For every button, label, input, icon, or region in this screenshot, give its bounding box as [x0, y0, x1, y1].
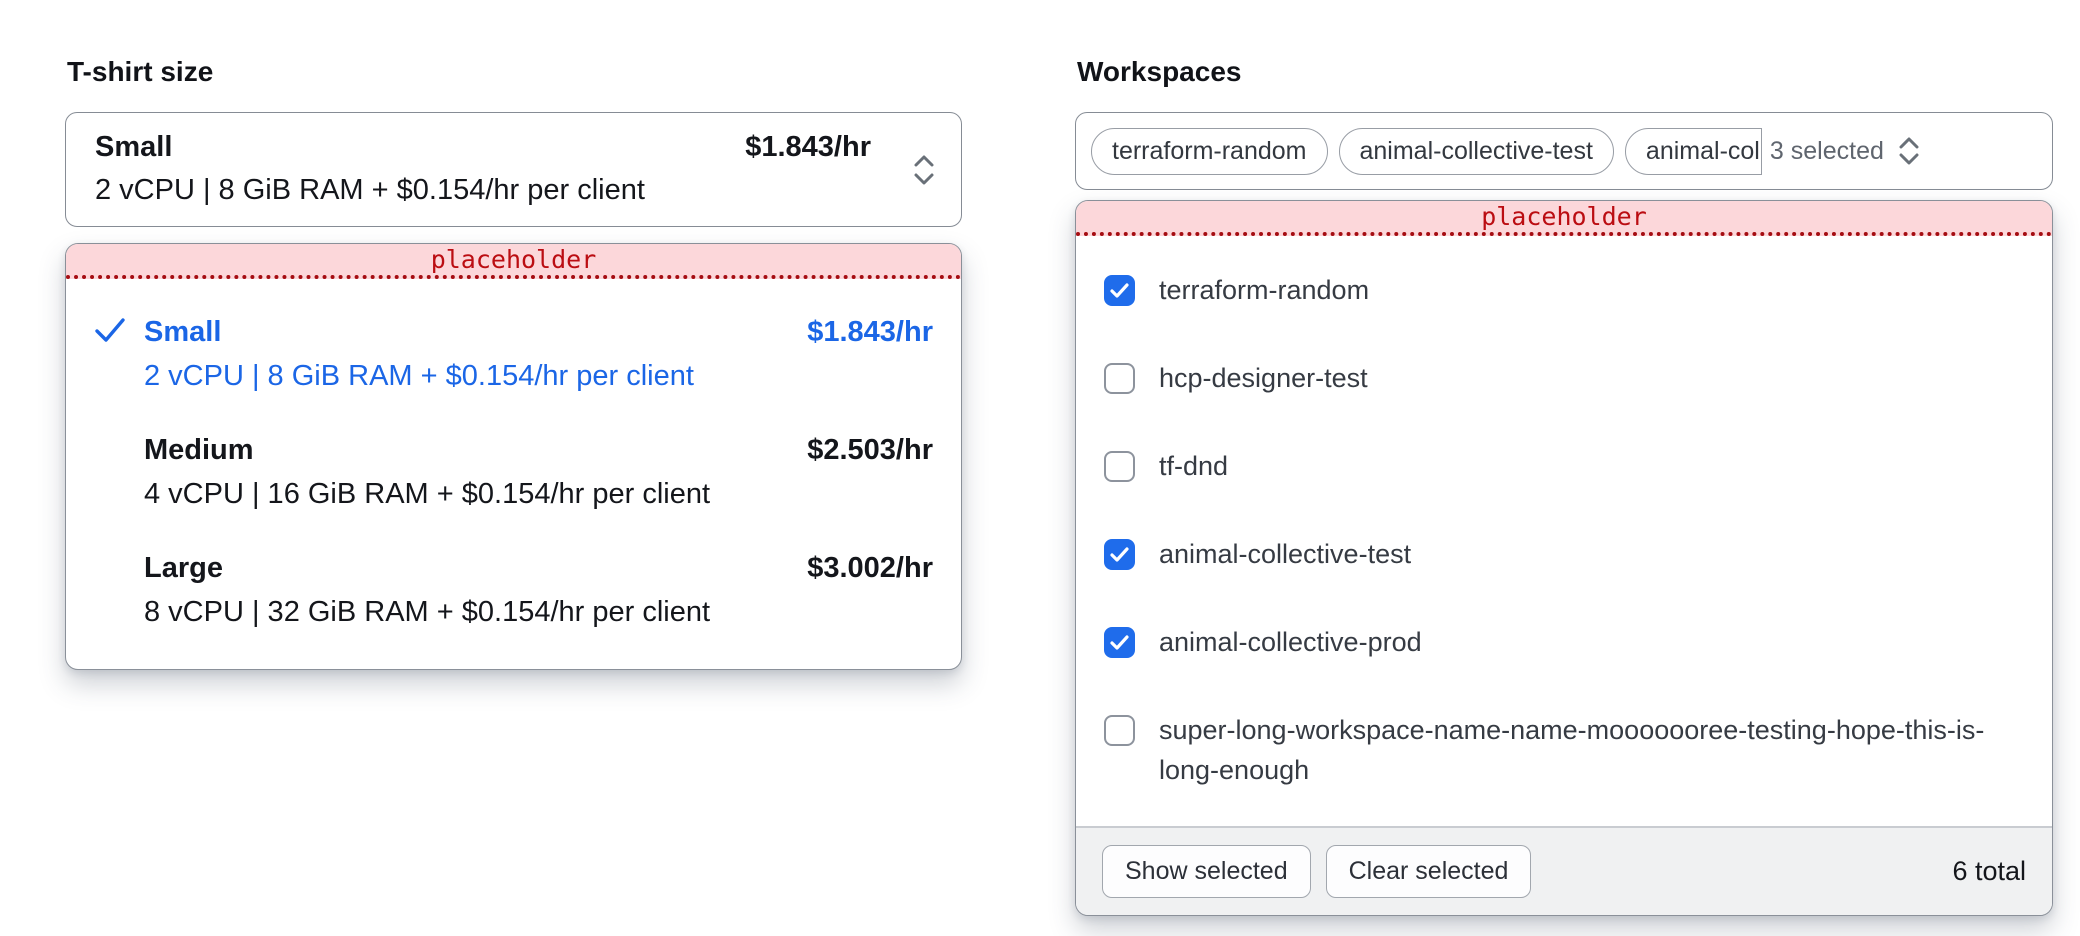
checkbox-checked[interactable] [1104, 275, 1135, 306]
selected-size-title: Small [95, 128, 172, 166]
selected-count-label: 3 selected [1770, 137, 1884, 166]
checkbox-unchecked[interactable] [1104, 715, 1135, 746]
checkbox-unchecked[interactable] [1104, 363, 1135, 394]
placeholder-banner: placeholder [66, 244, 961, 279]
pill-animal-collective-prod-truncated: animal-collective-prod [1625, 128, 1762, 175]
option-description: 4 vCPU | 16 GiB RAM + $0.154/hr per clie… [144, 475, 933, 513]
option-small[interactable]: Small $1.843/hr 2 vCPU | 8 GiB RAM + $0.… [66, 295, 961, 413]
tshirt-size-label: T-shirt size [67, 54, 962, 90]
check-icon [1110, 635, 1129, 650]
tshirt-size-field: T-shirt size Small $1.843/hr 2 vCPU | 8 … [65, 54, 962, 670]
option-price: $2.503/hr [807, 431, 933, 469]
check-icon [94, 313, 144, 351]
page-canvas: T-shirt size Small $1.843/hr 2 vCPU | 8 … [0, 0, 2080, 936]
workspace-option-hcp-designer-test[interactable]: hcp-designer-test [1076, 334, 2052, 422]
workspace-option-label: tf-dnd [1159, 446, 1228, 486]
check-icon [1110, 283, 1129, 298]
clear-selected-button[interactable]: Clear selected [1326, 845, 1532, 898]
workspace-option-super-long-workspace[interactable]: super-long-workspace-name-name-moooooore… [1076, 686, 2052, 814]
check-placeholder [94, 431, 144, 469]
tshirt-options-list: Small $1.843/hr 2 vCPU | 8 GiB RAM + $0.… [66, 279, 961, 669]
workspace-option-terraform-random[interactable]: terraform-random [1076, 246, 2052, 334]
pill-animal-collective-test: animal-collective-test [1339, 128, 1614, 175]
option-title: Small [144, 313, 807, 351]
placeholder-banner: placeholder [1076, 201, 2052, 236]
option-price: $3.002/hr [807, 549, 933, 587]
workspaces-menu-footer: Show selected Clear selected 6 total [1076, 826, 2052, 915]
tshirt-size-select-trigger[interactable]: Small $1.843/hr 2 vCPU | 8 GiB RAM + $0.… [65, 112, 962, 227]
check-placeholder [94, 549, 144, 587]
workspaces-options-list: terraform-random hcp-designer-test tf-dn… [1076, 236, 2052, 826]
workspace-option-animal-collective-prod[interactable]: animal-collective-prod [1076, 598, 2052, 686]
trigger-title-row: Small $1.843/hr [95, 128, 871, 166]
workspace-option-label: animal-collective-prod [1159, 622, 1422, 662]
checkbox-checked[interactable] [1104, 627, 1135, 658]
pill-terraform-random: terraform-random [1091, 128, 1328, 175]
option-description: 8 vCPU | 32 GiB RAM + $0.154/hr per clie… [144, 593, 933, 631]
workspaces-field: Workspaces terraform-random animal-colle… [1075, 54, 2053, 916]
workspaces-multiselect-trigger[interactable]: terraform-random animal-collective-test … [1075, 112, 2053, 190]
workspace-option-label: super-long-workspace-name-name-moooooore… [1159, 710, 2024, 790]
workspaces-dropdown-menu: placeholder terraform-random hcp-designe… [1075, 200, 2053, 916]
workspace-option-tf-dnd[interactable]: tf-dnd [1076, 422, 2052, 510]
workspaces-label: Workspaces [1077, 54, 2053, 90]
workspace-option-label: hcp-designer-test [1159, 358, 1368, 398]
checkbox-checked[interactable] [1104, 539, 1135, 570]
chevron-up-down-icon [1896, 133, 1922, 169]
workspace-option-animal-collective-test[interactable]: animal-collective-test [1076, 510, 2052, 598]
checkbox-unchecked[interactable] [1104, 451, 1135, 482]
selected-size-price: $1.843/hr [745, 128, 871, 166]
tshirt-size-dropdown-menu: placeholder Small $1.843/hr 2 vCPU | 8 G… [65, 243, 962, 670]
option-title: Large [144, 549, 807, 587]
selected-pills-row: terraform-random animal-collective-test … [1091, 128, 1762, 175]
check-icon [1110, 547, 1129, 562]
option-medium[interactable]: Medium $2.503/hr 4 vCPU | 16 GiB RAM + $… [66, 413, 961, 531]
option-price: $1.843/hr [807, 313, 933, 351]
option-title: Medium [144, 431, 807, 469]
option-large[interactable]: Large $3.002/hr 8 vCPU | 32 GiB RAM + $0… [66, 531, 961, 649]
chevron-up-down-icon [911, 152, 937, 188]
total-count-label: 6 total [1952, 856, 2026, 887]
workspace-option-label: terraform-random [1159, 270, 1369, 310]
show-selected-button[interactable]: Show selected [1102, 845, 1311, 898]
selected-size-description: 2 vCPU | 8 GiB RAM + $0.154/hr per clien… [95, 171, 871, 209]
option-description: 2 vCPU | 8 GiB RAM + $0.154/hr per clien… [144, 357, 933, 395]
workspace-option-label: animal-collective-test [1159, 534, 1411, 574]
